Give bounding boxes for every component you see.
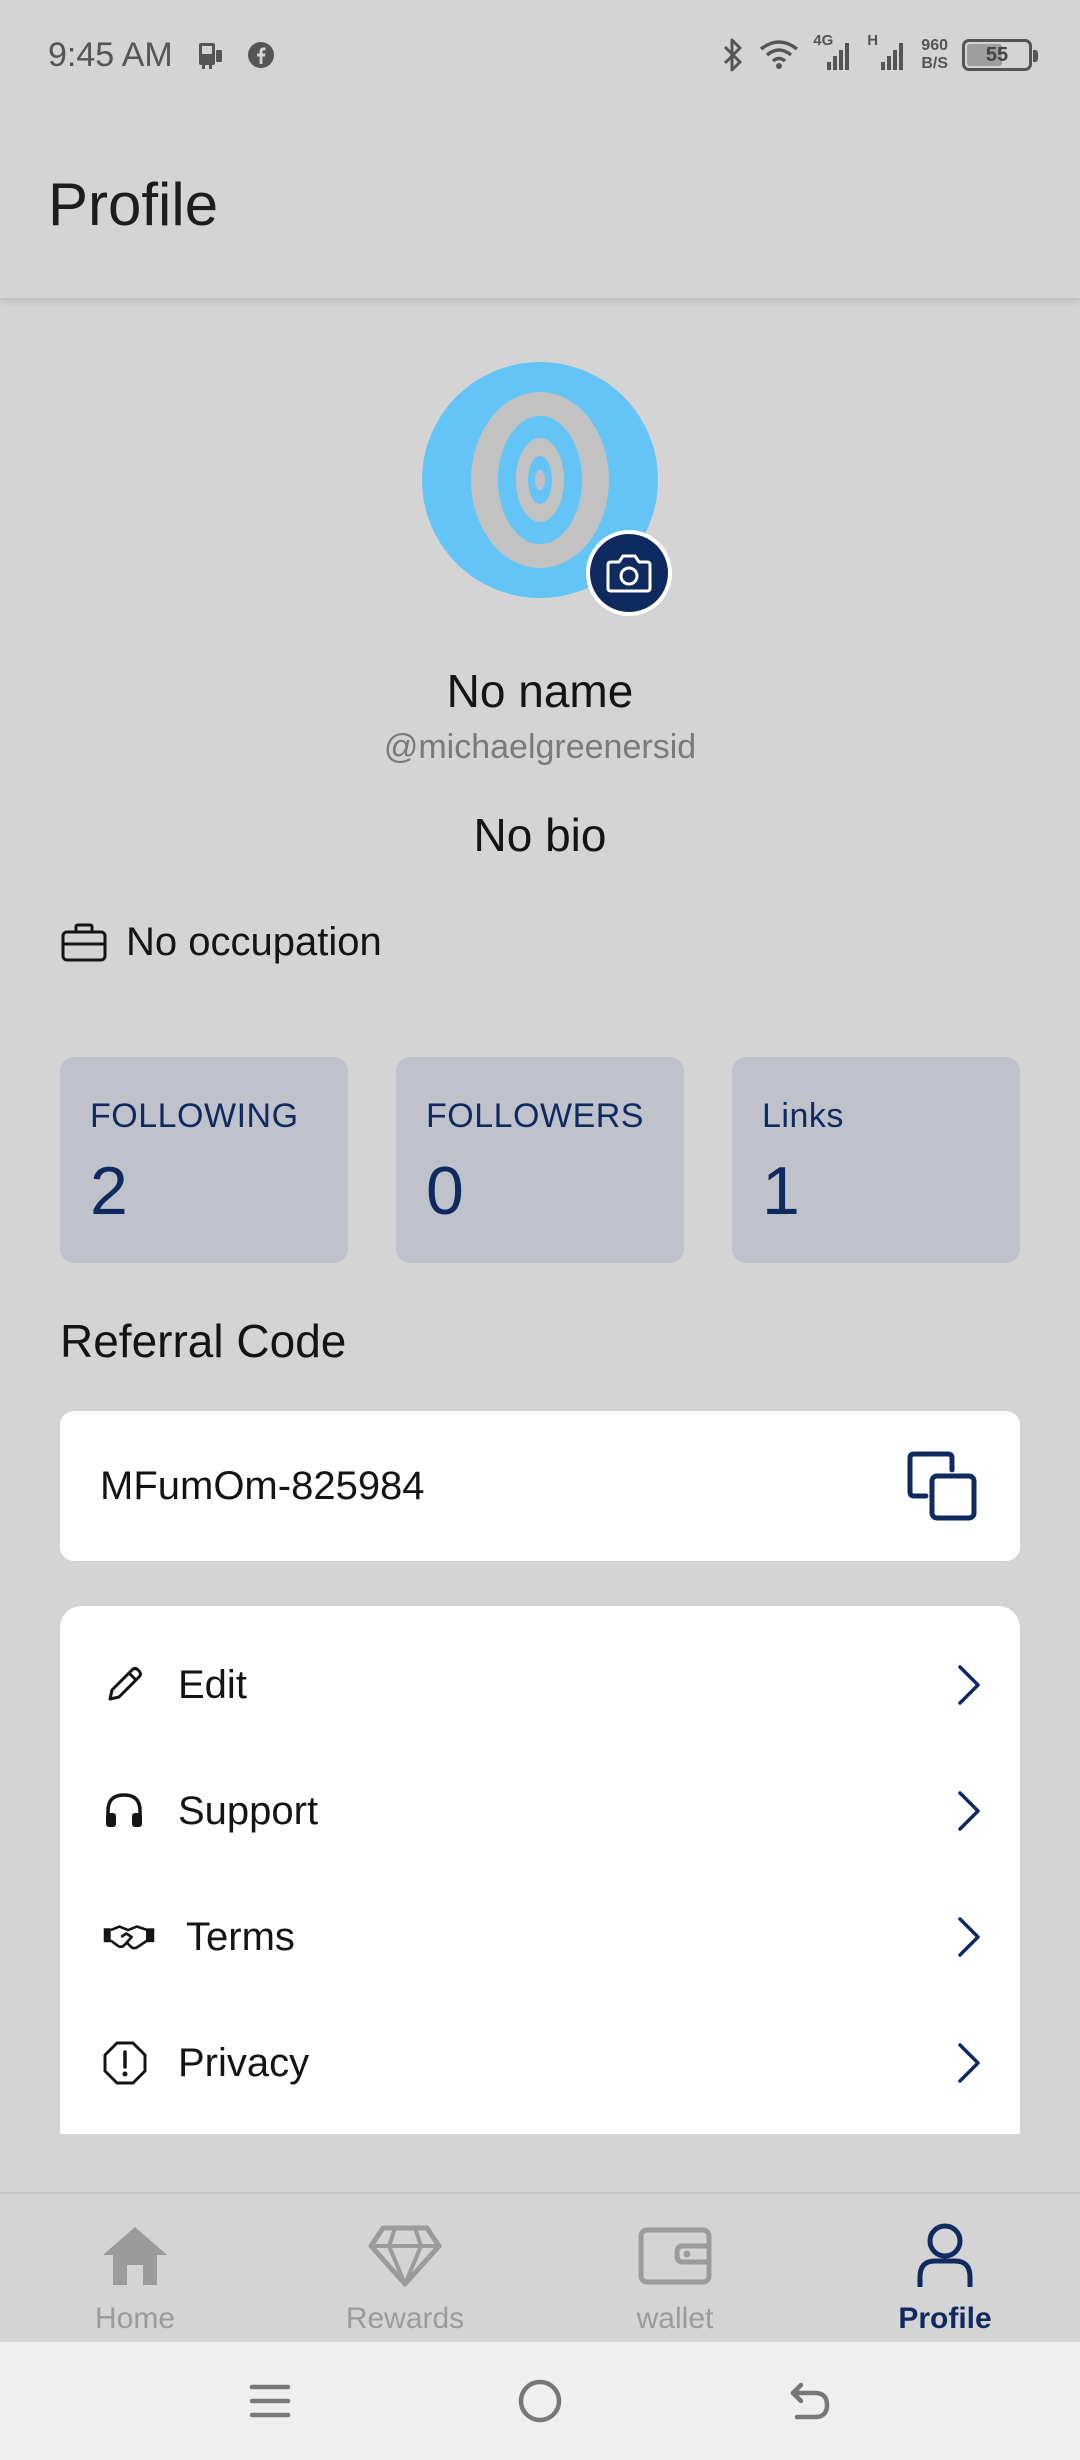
stat-value: 1 bbox=[762, 1153, 800, 1229]
copy-icon bbox=[907, 1451, 977, 1521]
referral-code: MFumOm-825984 bbox=[100, 1463, 425, 1508]
settings-menu: Edit Support Terms Privacy bbox=[60, 1606, 1020, 2134]
chevron-right-icon bbox=[954, 1789, 984, 1833]
chevron-right-icon bbox=[954, 1915, 984, 1959]
menu-item-privacy[interactable]: Privacy bbox=[60, 2000, 1020, 2126]
nav-label: Rewards bbox=[345, 2302, 465, 2335]
pencil-icon bbox=[102, 1663, 156, 1707]
menu-item-label: Terms bbox=[186, 1914, 295, 1959]
home-system-button[interactable] bbox=[505, 2366, 575, 2436]
referral-title: Referral Code bbox=[60, 1315, 347, 1367]
profile-name: No name bbox=[446, 665, 634, 717]
occupation-row: No occupation bbox=[60, 920, 382, 965]
nav-label: Profile bbox=[898, 2302, 992, 2335]
nav-label: Home bbox=[94, 2302, 176, 2335]
menu-item-terms[interactable]: Terms bbox=[60, 1874, 1020, 2000]
referral-code-box: MFumOm-825984 bbox=[60, 1411, 1020, 1561]
handshake-icon bbox=[102, 1915, 156, 1959]
alert-octagon-icon bbox=[102, 2040, 156, 2086]
home-icon bbox=[99, 2220, 171, 2292]
stat-label: FOLLOWING bbox=[90, 1097, 299, 1135]
system-nav-bar bbox=[0, 2342, 1080, 2460]
stat-card-links[interactable]: Links 1 bbox=[732, 1057, 1020, 1263]
sim-notification-icon bbox=[195, 40, 225, 70]
person-icon bbox=[915, 2220, 975, 2292]
menu-item-edit[interactable]: Edit bbox=[60, 1622, 1020, 1748]
nav-item-profile[interactable]: Profile bbox=[810, 2194, 1080, 2342]
diamond-icon bbox=[367, 2220, 443, 2292]
chevron-right-icon bbox=[954, 1663, 984, 1707]
battery-icon: 55 bbox=[962, 39, 1038, 71]
net-speed-value: 960 bbox=[921, 37, 948, 54]
back-arrow-icon bbox=[790, 2382, 830, 2420]
profile-handle: @michaelgreenersid bbox=[383, 728, 697, 766]
stat-label: Links bbox=[762, 1097, 844, 1135]
circle-icon bbox=[518, 2379, 562, 2423]
status-time: 9:45 AM bbox=[48, 35, 173, 74]
bottom-nav: Home Rewards wallet Profile bbox=[0, 2192, 1080, 2342]
stat-value: 0 bbox=[426, 1153, 464, 1229]
profile-bio: No bio bbox=[473, 809, 607, 861]
stat-label: FOLLOWERS bbox=[426, 1097, 644, 1135]
nav-item-wallet[interactable]: wallet bbox=[540, 2194, 810, 2342]
app-bar: Profile bbox=[0, 110, 1080, 300]
nav-item-rewards[interactable]: Rewards bbox=[270, 2194, 540, 2342]
headset-icon bbox=[102, 1789, 156, 1833]
menu-item-label: Support bbox=[178, 1788, 319, 1833]
camera-icon bbox=[606, 554, 652, 593]
copy-button[interactable] bbox=[904, 1448, 980, 1524]
facebook-icon bbox=[247, 41, 275, 69]
chevron-right-icon bbox=[954, 2041, 984, 2085]
stat-card-following[interactable]: FOLLOWING 2 bbox=[60, 1057, 348, 1263]
network-h-label: H bbox=[867, 32, 879, 49]
network-4g-label: 4G bbox=[813, 32, 834, 49]
menu-item-label: Edit bbox=[178, 1662, 247, 1707]
network-speed: 960 B/S bbox=[921, 37, 948, 73]
nav-item-home[interactable]: Home bbox=[0, 2194, 270, 2342]
battery-level: 55 bbox=[985, 43, 1009, 66]
menu-item-support[interactable]: Support bbox=[60, 1748, 1020, 1874]
stat-value: 2 bbox=[90, 1153, 128, 1229]
briefcase-icon bbox=[60, 922, 108, 964]
change-photo-button[interactable] bbox=[586, 530, 672, 616]
menu-lines-icon bbox=[249, 2384, 291, 2418]
status-right: 4G H 960 B/S 55 bbox=[721, 32, 1038, 73]
avatar-container bbox=[422, 362, 672, 616]
stat-card-followers[interactable]: FOLLOWERS 0 bbox=[396, 1057, 684, 1263]
nav-label: wallet bbox=[636, 2302, 714, 2335]
wifi-icon bbox=[759, 39, 799, 71]
back-system-button[interactable] bbox=[775, 2366, 845, 2436]
occupation-text: No occupation bbox=[126, 920, 382, 964]
signal-h-icon: H bbox=[867, 32, 907, 72]
status-left: 9:45 AM bbox=[48, 36, 275, 75]
menu-item-label: Privacy bbox=[178, 2040, 310, 2085]
recent-apps-button[interactable] bbox=[235, 2366, 305, 2436]
bluetooth-icon bbox=[721, 38, 745, 72]
signal-4g-icon: 4G bbox=[813, 32, 853, 72]
wallet-icon bbox=[637, 2220, 713, 2292]
page-title: Profile bbox=[48, 171, 219, 238]
status-bar: 9:45 AM 4G H 960 B/S 55 bbox=[0, 0, 1080, 110]
net-speed-unit: B/S bbox=[921, 55, 948, 72]
